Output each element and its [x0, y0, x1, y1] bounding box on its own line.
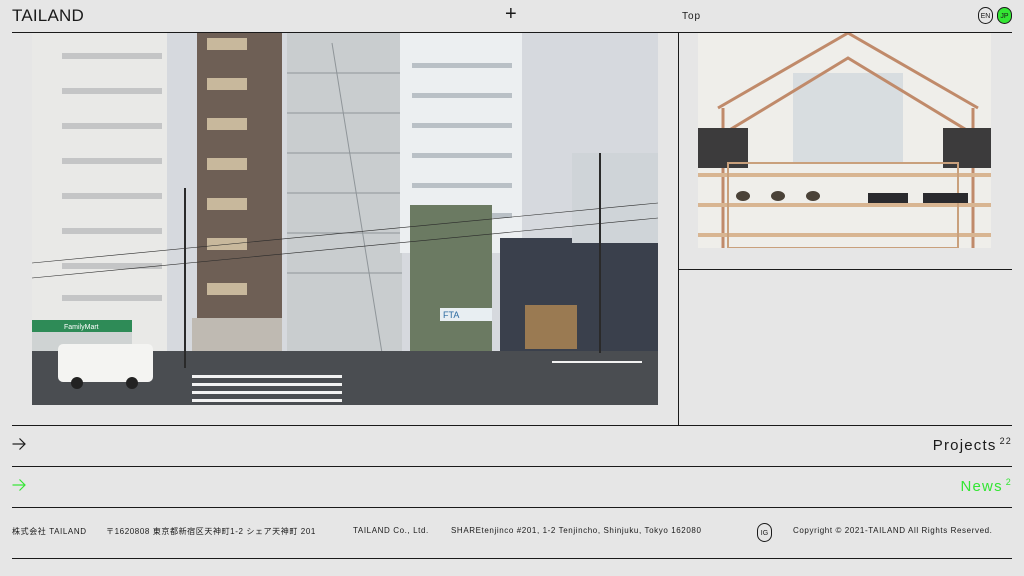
site-header: TAILAND + Top EN JP	[0, 0, 1024, 32]
projects-count: 22	[999, 436, 1012, 446]
plus-icon[interactable]: +	[505, 3, 517, 25]
news-label[interactable]: News 2	[960, 477, 1012, 495]
lang-en-button[interactable]: EN	[978, 7, 993, 24]
shop-sign: FTA	[443, 310, 459, 320]
top-link[interactable]: Top	[682, 11, 701, 22]
footer-divider-top	[12, 507, 1012, 508]
news-count: 2	[1005, 477, 1012, 487]
address-jp: 〒1620808 東京都新宿区天神町1-2 シェア天神町 201	[106, 527, 316, 536]
projects-label[interactable]: Projects 22	[933, 436, 1012, 454]
lang-jp-button[interactable]: JP	[997, 7, 1012, 24]
arrow-right-icon	[12, 479, 26, 491]
content-divider-vertical	[678, 32, 679, 426]
company-name-jp: 株式会社 TAILAND	[12, 527, 87, 536]
address-en: SHAREtenjinco #201, 1-2 Tenjincho, Shinj…	[451, 526, 702, 535]
side-project-photo[interactable]	[698, 33, 991, 248]
footer-divider-bottom	[12, 558, 1012, 559]
site-logo[interactable]: TAILAND	[12, 6, 84, 26]
store-sign: FamilyMart	[64, 324, 99, 331]
projects-row[interactable]: Projects 22	[12, 426, 1012, 466]
news-row[interactable]: News 2	[12, 467, 1012, 507]
side-divider	[679, 269, 1012, 270]
instagram-icon[interactable]: IG	[757, 523, 772, 542]
main-project-photo[interactable]: FamilyMart FTA	[32, 33, 658, 405]
company-name-en: TAILAND Co., Ltd.	[353, 526, 429, 535]
copyright: Copyright © 2021-TAILAND All Rights Rese…	[793, 526, 993, 535]
arrow-right-icon	[12, 438, 26, 450]
